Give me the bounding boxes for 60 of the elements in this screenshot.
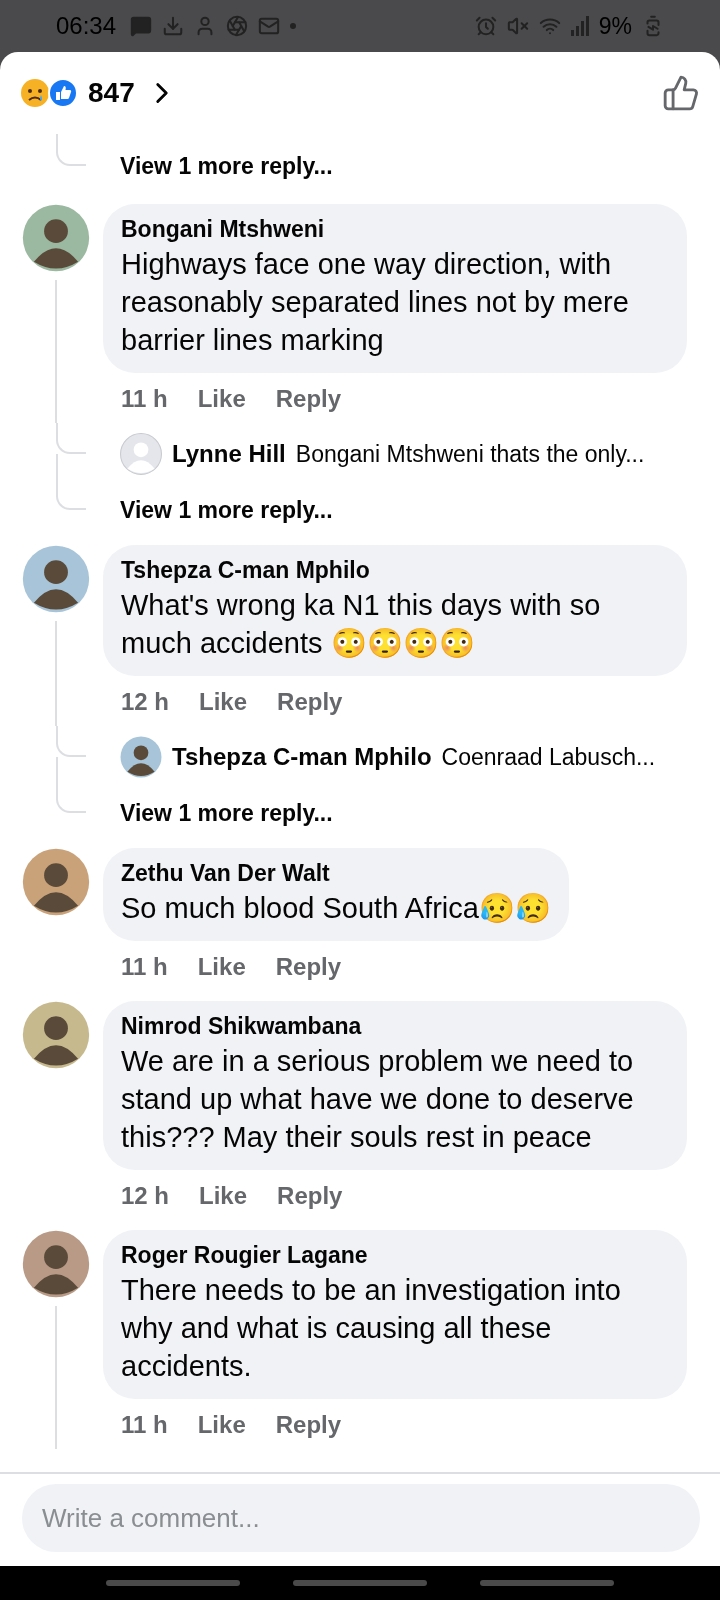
comment-text: So much blood South Africa😥😥: [121, 891, 551, 926]
reply-link[interactable]: Reply: [275, 1411, 342, 1439]
battery-percent: 9%: [598, 12, 632, 40]
aperture-icon: [226, 15, 249, 37]
thread-connector: [56, 423, 86, 454]
like-link[interactable]: Like: [197, 953, 246, 981]
comment-text: We are in a serious problem we need to stand up what have we done to deserve this??? May their souls rest in peace: [121, 1044, 635, 1155]
comment-author[interactable]: Roger Rougier Lagane: [121, 1242, 669, 1269]
thread-connector: [56, 134, 86, 166]
reply-text: Coenraad Labusch...: [441, 743, 656, 771]
notification-dot: [290, 23, 297, 29]
avatar-icon[interactable]: [120, 736, 162, 778]
reply-text: Bongani Mtshweni thats the only...: [295, 440, 645, 468]
mail-icon: [258, 15, 281, 37]
comment-time: 12 h: [121, 688, 170, 716]
reply-author[interactable]: Tshepza C-man Mphilo: [172, 743, 432, 771]
download-icon: [162, 15, 185, 37]
reply-link[interactable]: Reply: [277, 1182, 343, 1210]
thread-connector: [56, 726, 86, 757]
mute-icon: [506, 15, 529, 37]
like-link[interactable]: Like: [197, 385, 246, 413]
comment-author[interactable]: Nimrod Shikwambana: [121, 1013, 669, 1040]
comment-text: Highways face one way direction, with reasonably separated lines not by mere barrier lines marking: [121, 247, 630, 358]
comment-author[interactable]: Tshepza C-man Mphilo: [121, 557, 669, 584]
status-time: 06:34: [56, 12, 117, 40]
like-reaction-icon: [48, 78, 78, 108]
reply-link[interactable]: Reply: [277, 688, 343, 716]
thread-connector: [56, 788, 86, 813]
avatar-icon[interactable]: [22, 848, 90, 916]
reply-author[interactable]: Lynne Hill: [172, 440, 286, 468]
like-link[interactable]: Like: [197, 1411, 246, 1439]
like-link[interactable]: Like: [199, 1182, 248, 1210]
view-more-replies-link[interactable]: View 1 more reply...: [120, 799, 333, 827]
comment-text: There needs to be an investigation into why and what is causing all these accidents.: [121, 1273, 622, 1384]
thumbs-up-icon[interactable]: [662, 74, 700, 112]
avatar-icon[interactable]: [22, 204, 90, 272]
signal-icon: [570, 16, 589, 36]
like-link[interactable]: Like: [199, 688, 248, 716]
view-more-replies-link[interactable]: View 1 more reply...: [120, 152, 333, 180]
thread-connector: [56, 485, 86, 510]
reply-link[interactable]: Reply: [275, 385, 342, 413]
comment-time: 12 h: [121, 1182, 170, 1210]
comment-text: What's wrong ka N1 this days with so much accidents 😳😳😳😳: [121, 588, 602, 661]
thread-line: [56, 454, 58, 485]
view-more-replies-link[interactable]: View 1 more reply...: [120, 496, 333, 524]
comment-time: 11 h: [121, 1411, 168, 1439]
avatar-icon[interactable]: [22, 1230, 90, 1298]
comment-time: 11 h: [121, 385, 168, 413]
avatar-icon[interactable]: [22, 1001, 90, 1069]
comment-time: 11 h: [121, 953, 168, 981]
thread-line: [56, 757, 58, 788]
comment-input-field[interactable]: Write a comment...: [22, 1484, 700, 1552]
sad-reaction-icon: [20, 78, 50, 108]
avatar-icon[interactable]: [22, 545, 90, 613]
message-icon: [130, 15, 153, 37]
comment-author[interactable]: Zethu Van Der Walt: [121, 860, 551, 887]
reply-link[interactable]: Reply: [275, 953, 342, 981]
alarm-icon: [474, 15, 497, 37]
reaction-count[interactable]: 847: [88, 77, 135, 109]
comment-author[interactable]: Bongani Mtshweni: [121, 216, 669, 243]
